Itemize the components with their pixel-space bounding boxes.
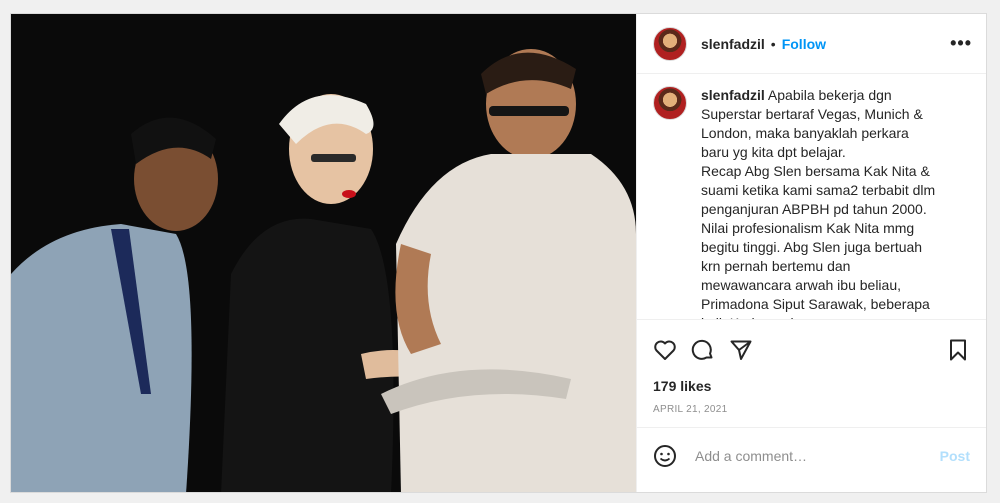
comment-icon[interactable]: [691, 338, 715, 362]
share-icon[interactable]: [729, 338, 753, 362]
caption-avatar[interactable]: [653, 86, 687, 120]
photo-illustration: [11, 14, 636, 492]
likes-count[interactable]: 179 likes: [637, 372, 986, 394]
comment-input[interactable]: [693, 447, 940, 465]
post-header: slenfadzil • Follow •••: [637, 14, 986, 74]
emoji-icon[interactable]: [653, 444, 677, 468]
separator-dot: •: [770, 35, 776, 52]
caption-section: slenfadzil Apabila bekerja dgn Superstar…: [637, 74, 986, 320]
instagram-post: slenfadzil • Follow ••• slenfadzil Apabi…: [10, 13, 987, 493]
bookmark-icon[interactable]: [946, 338, 970, 362]
caption-username[interactable]: slenfadzil: [701, 87, 765, 103]
avatar[interactable]: [653, 26, 687, 61]
post-date[interactable]: APRIL 21, 2021: [637, 394, 986, 428]
caption-body: Apabila bekerja dgn Superstar bertaraf V…: [701, 87, 936, 319]
comment-form: Post: [637, 428, 986, 484]
action-bar: [637, 320, 986, 372]
post-comment-button[interactable]: Post: [940, 448, 970, 464]
more-horizontal-icon[interactable]: •••: [950, 33, 972, 54]
caption: slenfadzil Apabila bekerja dgn Superstar…: [701, 86, 936, 319]
author-username[interactable]: slenfadzil: [701, 36, 765, 52]
heart-icon[interactable]: [653, 338, 677, 362]
follow-button[interactable]: Follow: [782, 36, 826, 52]
post-photo[interactable]: [11, 14, 636, 492]
post-sidebar: slenfadzil • Follow ••• slenfadzil Apabi…: [636, 14, 986, 492]
